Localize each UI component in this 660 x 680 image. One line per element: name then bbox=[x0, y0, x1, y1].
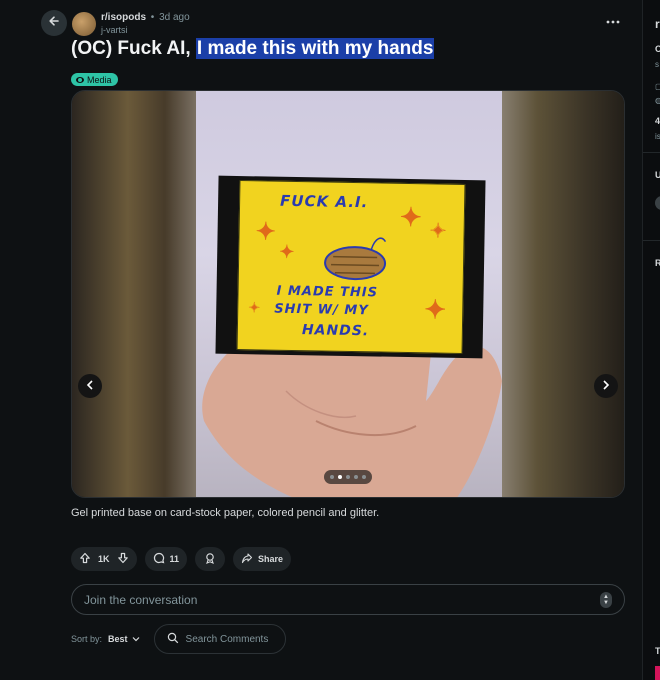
post-title: (OC) Fuck AI, I made this with my hands bbox=[71, 38, 435, 60]
post-flair[interactable]: Media bbox=[71, 73, 118, 86]
sparkle-icon: ✦ bbox=[279, 241, 295, 263]
sidebar-text-5: U bbox=[655, 170, 660, 180]
arrow-left-icon bbox=[48, 14, 60, 32]
gallery-dot[interactable] bbox=[338, 475, 342, 479]
sparkle-icon: ✦ bbox=[424, 294, 447, 325]
magnifier-icon bbox=[167, 632, 179, 647]
composer-scroll-control[interactable]: ▲ ▼ bbox=[600, 592, 612, 608]
vote-control: 1K bbox=[71, 547, 137, 571]
arrow-up-icon[interactable] bbox=[79, 552, 91, 566]
comment-sort-bar: Sort by: Best Search Comments bbox=[71, 624, 286, 654]
gallery-dot[interactable] bbox=[330, 475, 334, 479]
sidebar-text-2: s bbox=[655, 60, 659, 69]
gallery-blur-right bbox=[500, 91, 624, 497]
meta-separator: • bbox=[150, 12, 155, 23]
post-flair-label: Media bbox=[87, 74, 112, 85]
right-sidebar: r C s ▢ ◍ 4 is U R T bbox=[642, 0, 660, 680]
subreddit-link[interactable]: r/isopods bbox=[101, 12, 146, 23]
speech-bubble-icon bbox=[153, 552, 165, 566]
sidebar-text-1: C bbox=[655, 44, 660, 54]
comments-button[interactable]: 11 bbox=[144, 547, 188, 571]
share-arrow-icon bbox=[241, 552, 253, 566]
comment-composer[interactable]: ▲ ▼ bbox=[71, 584, 625, 615]
sidebar-text-4: is bbox=[655, 132, 660, 141]
artwork-card: FUCK A.I. I MADE THIS SHIT W/ MY HANDS. … bbox=[236, 180, 466, 354]
award-button[interactable] bbox=[195, 547, 226, 571]
post-action-bar: 1K 11 Share bbox=[71, 547, 292, 571]
chevron-down-icon bbox=[132, 634, 140, 644]
back-button[interactable] bbox=[41, 10, 67, 36]
sort-value: Best bbox=[108, 634, 128, 644]
search-comments-field[interactable]: Search Comments bbox=[153, 624, 286, 654]
sidebar-text-6: R bbox=[655, 258, 660, 268]
sparkle-icon: ✦ bbox=[255, 218, 276, 246]
subreddit-avatar[interactable] bbox=[72, 12, 96, 36]
post-title-highlighted: I made this with my hands bbox=[195, 38, 435, 59]
sort-label: Sort by: bbox=[71, 634, 103, 644]
ellipsis-horizontal-icon bbox=[606, 11, 620, 27]
card-text-line1: FUCK A.I. bbox=[279, 191, 369, 212]
sidebar-text-7: T bbox=[655, 646, 660, 656]
sidebar-text-3: 4 bbox=[655, 116, 660, 126]
join-conversation-input[interactable] bbox=[84, 592, 564, 607]
chevron-left-icon bbox=[86, 377, 94, 395]
card-text-line4: HANDS. bbox=[301, 322, 370, 340]
gallery-dot[interactable] bbox=[354, 475, 358, 479]
award-icon bbox=[204, 552, 216, 566]
vote-count: 1K bbox=[98, 554, 110, 564]
more-options-button[interactable] bbox=[603, 12, 623, 32]
post-meta: r/isopods • 3d ago bbox=[101, 11, 190, 24]
caret-down-icon: ▼ bbox=[603, 600, 609, 606]
gallery-pagination bbox=[324, 470, 372, 484]
card-text-line3: SHIT W/ MY bbox=[274, 301, 369, 319]
isopod-drawing bbox=[324, 237, 387, 281]
search-comments-placeholder: Search Comments bbox=[185, 633, 269, 645]
gallery-image[interactable]: FUCK A.I. I MADE THIS SHIT W/ MY HANDS. … bbox=[196, 91, 502, 497]
image-gallery[interactable]: FUCK A.I. I MADE THIS SHIT W/ MY HANDS. … bbox=[71, 90, 625, 498]
media-icon bbox=[76, 76, 84, 83]
avatar[interactable] bbox=[655, 196, 660, 210]
sidebar-divider bbox=[643, 240, 660, 241]
sidebar-divider bbox=[643, 152, 660, 153]
comment-count: 11 bbox=[169, 554, 180, 564]
sparkle-icon: ✦ bbox=[248, 299, 261, 316]
post-author[interactable]: j-vartsi bbox=[101, 25, 128, 35]
arrow-down-icon[interactable] bbox=[117, 552, 129, 566]
sort-dropdown[interactable]: Best bbox=[108, 634, 140, 644]
gallery-dot[interactable] bbox=[362, 475, 366, 479]
sparkle-icon: ✦ bbox=[399, 201, 422, 233]
card-text-line2: I MADE THIS bbox=[276, 283, 379, 301]
chevron-right-icon bbox=[602, 377, 610, 395]
gallery-dot[interactable] bbox=[346, 475, 350, 479]
post-timestamp: 3d ago bbox=[159, 12, 190, 23]
post-title-plain: (OC) Fuck AI, bbox=[71, 38, 196, 59]
share-label: Share bbox=[258, 554, 284, 564]
gallery-blur-left bbox=[72, 91, 196, 497]
sidebar-thumbnail[interactable] bbox=[655, 666, 660, 680]
share-button[interactable]: Share bbox=[233, 547, 292, 571]
gallery-prev-button[interactable] bbox=[78, 374, 102, 398]
globe-icon: ◍ bbox=[655, 96, 660, 105]
post-caption: Gel printed base on card-stock paper, co… bbox=[71, 507, 380, 519]
calendar-icon: ▢ bbox=[655, 82, 660, 91]
post-main-column: r/isopods • 3d ago j-vartsi (OC) Fuck AI… bbox=[0, 0, 642, 680]
gallery-next-button[interactable] bbox=[594, 374, 618, 398]
sparkle-icon: ✦ bbox=[429, 220, 447, 243]
sidebar-heading: r bbox=[655, 17, 660, 31]
